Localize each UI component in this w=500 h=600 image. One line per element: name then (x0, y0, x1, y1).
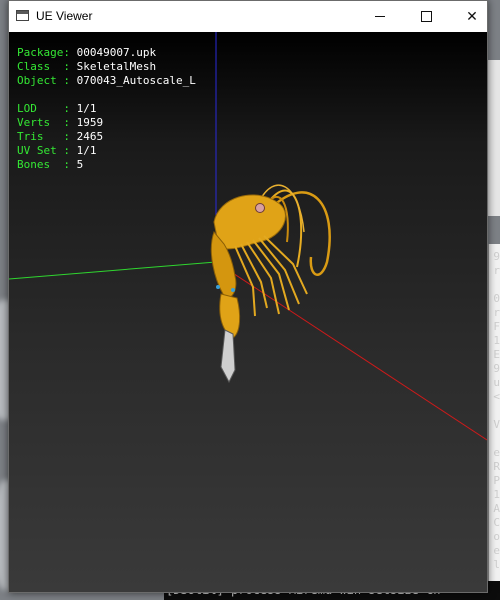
info-value: SkeletalMesh (76, 60, 157, 73)
info-separator: : (63, 102, 77, 115)
console-text-fragment: R (493, 460, 500, 473)
console-text-fragment (488, 404, 500, 418)
console-text-fragment: C (493, 516, 500, 529)
console-text-fragment: 1 (493, 488, 500, 501)
console-text-fragment: F (493, 320, 500, 333)
console-text-fragment: 9 (493, 250, 500, 263)
minimize-icon (375, 16, 385, 17)
info-row: LOD : 1/1 (17, 102, 196, 116)
3d-viewport[interactable]: Package: 00049007.upk Class : SkeletalMes… (9, 32, 487, 592)
info-separator: : (63, 144, 77, 157)
maximize-icon (420, 11, 432, 22)
console-text-fragment: r (493, 306, 500, 319)
info-row: UV Set : 1/1 (17, 144, 196, 158)
console-text-fragment: P (493, 474, 500, 487)
console-text-fragment: e (493, 544, 500, 557)
info-key: LOD (17, 102, 64, 115)
mesh-info-panel: Package: 00049007.upk Class : SkeletalMes… (17, 46, 196, 172)
info-value: 2465 (76, 130, 104, 143)
info-value: 070043_Autoscale_L (76, 74, 196, 87)
info-key: Bones (17, 158, 64, 171)
info-row: Package: 00049007.upk (17, 46, 196, 60)
close-button[interactable]: ✕ (449, 1, 495, 32)
info-separator: : (63, 116, 77, 129)
info-value: 1/1 (76, 144, 97, 157)
info-key: Package (17, 46, 64, 59)
console-text-fragment: e (493, 446, 500, 459)
ue-viewer-window: UE Viewer ✕ Package: 00049007.upk Class … (8, 0, 488, 593)
info-value: 1/1 (76, 102, 97, 115)
info-row: Object : 070043_Autoscale_L (17, 74, 196, 88)
console-text-fragment: < (493, 390, 500, 403)
info-separator: : (63, 46, 77, 59)
console-text-fragment: E (493, 348, 500, 361)
console-text-fragment: A (493, 502, 500, 515)
console-text-fragment: V (493, 418, 500, 431)
title-bar[interactable]: UE Viewer ✕ (9, 1, 487, 32)
y-axis-line (9, 261, 217, 280)
app-window-icon (16, 10, 29, 21)
maximize-button[interactable] (403, 1, 449, 32)
info-row: Class : SkeletalMesh (17, 60, 196, 74)
console-text-fragment: o (493, 530, 500, 543)
info-row: Tris : 2465 (17, 130, 196, 144)
shrimp-mesh[interactable] (210, 184, 331, 384)
minimize-button[interactable] (357, 1, 403, 32)
info-gap (17, 88, 196, 102)
info-value: 00049007.upk (76, 46, 157, 59)
x-axis-line (215, 261, 487, 441)
console-text-fragment: 0 (493, 292, 500, 305)
info-row: Bones : 5 (17, 158, 196, 172)
console-text-fragment (488, 432, 500, 446)
info-value: 1959 (76, 116, 104, 129)
background-window-edge (488, 60, 500, 216)
info-key: Object (17, 74, 64, 87)
info-key: Class (17, 60, 64, 73)
console-text-fragment: r (493, 264, 500, 277)
console-text-fragment: u (493, 376, 500, 389)
info-separator: : (63, 158, 77, 171)
console-text-fragment: 9 (493, 362, 500, 375)
info-value: 5 (76, 158, 84, 171)
info-row: Verts : 1959 (17, 116, 196, 130)
close-icon: ✕ (466, 8, 478, 24)
info-separator: : (63, 60, 77, 73)
info-key: UV Set (17, 144, 64, 157)
info-separator: : (63, 74, 77, 87)
info-key: Verts (17, 116, 64, 129)
window-title: UE Viewer (36, 9, 93, 23)
console-text-fragment: l (493, 558, 500, 571)
info-key: Tris (17, 130, 64, 143)
console-text-fragment: 1 (493, 334, 500, 347)
console-text-fragment (488, 278, 500, 292)
info-separator: : (63, 130, 77, 143)
